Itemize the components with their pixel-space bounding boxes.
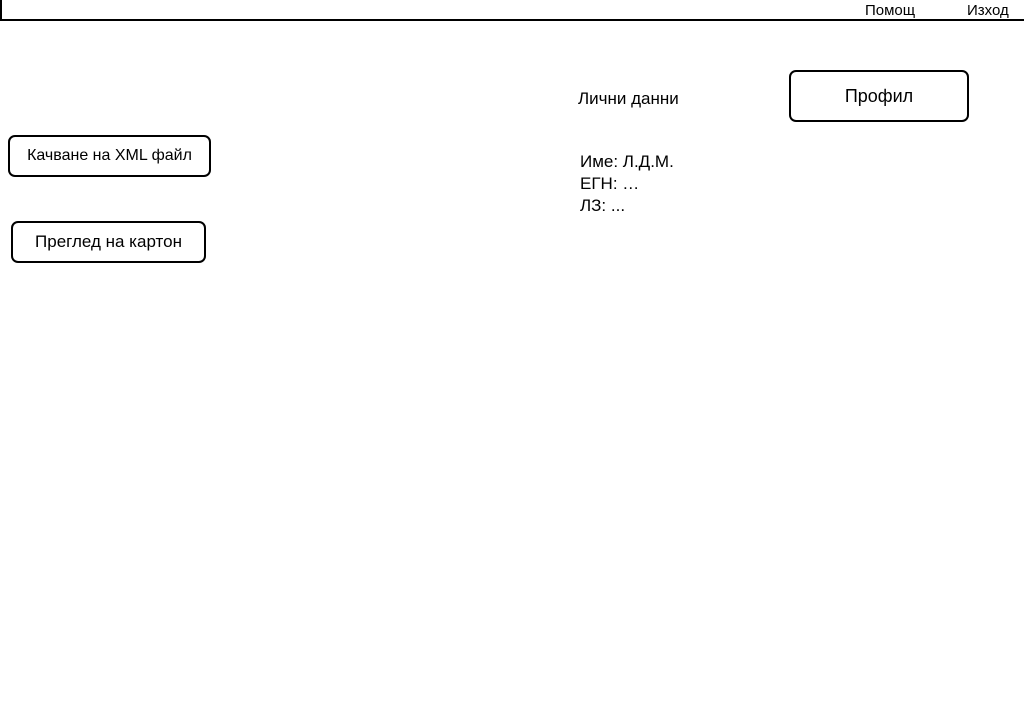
profile-button[interactable]: Профил bbox=[789, 70, 969, 122]
upload-xml-button-label: Качване на XML файл bbox=[27, 147, 192, 164]
profile-button-label: Профил bbox=[844, 85, 914, 106]
personal-data-list: Име: Л.Д.М. ЕГН: … ЛЗ: ... bbox=[580, 151, 674, 217]
upload-xml-button[interactable]: Качване на XML файл bbox=[8, 135, 211, 177]
top-bar: Помощ Изход bbox=[0, 0, 1024, 21]
view-record-button-label: Преглед на картон bbox=[35, 232, 182, 251]
logout-link[interactable]: Изход bbox=[967, 2, 1009, 20]
lz-field: ЛЗ: ... bbox=[580, 196, 626, 215]
personal-data-title: Лични данни bbox=[578, 89, 679, 108]
name-field: Име: Л.Д.М. bbox=[580, 152, 674, 171]
egn-field: ЕГН: … bbox=[580, 174, 640, 193]
view-record-button[interactable]: Преглед на картон bbox=[11, 221, 206, 263]
help-link[interactable]: Помощ bbox=[865, 2, 915, 20]
